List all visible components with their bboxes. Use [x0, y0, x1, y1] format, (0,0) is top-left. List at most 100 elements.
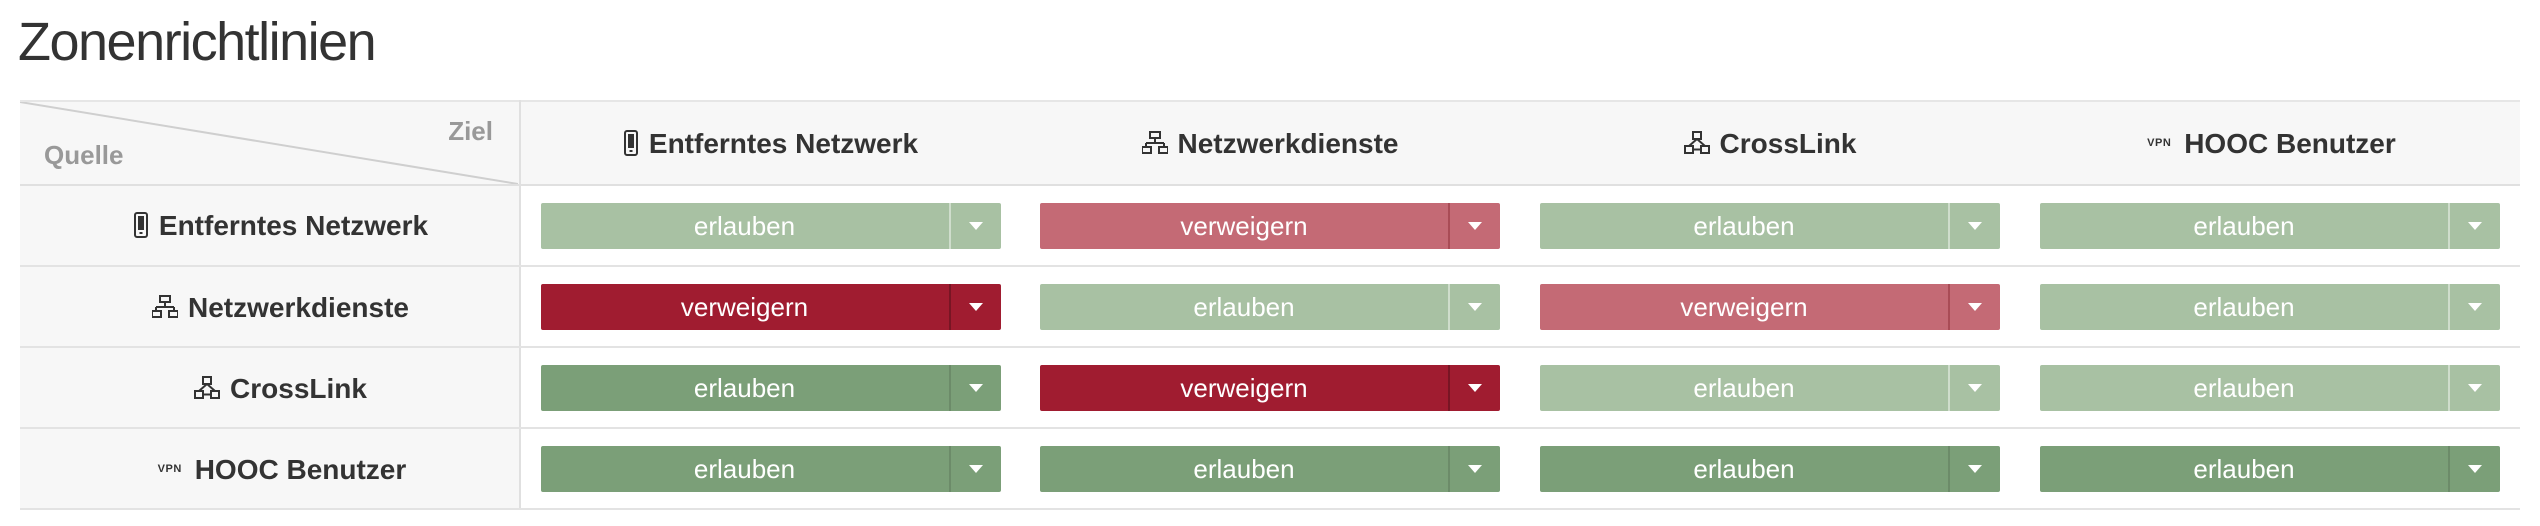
policy-value: erlauben: [2193, 291, 2295, 322]
table-row: Netzwerkdienste verweigern erlauben verw…: [20, 266, 2520, 348]
policy-dropdown[interactable]: verweigern: [1040, 202, 1500, 249]
chevron-down-icon[interactable]: [2448, 445, 2500, 492]
chevron-down-icon[interactable]: [2448, 283, 2500, 330]
policy-value: verweigern: [1680, 291, 1808, 322]
policy-cell: erlauben: [1020, 266, 1520, 348]
source-axis-label: Quelle: [44, 140, 124, 170]
chevron-down-icon[interactable]: [1948, 202, 2000, 249]
policy-dropdown[interactable]: erlauben: [540, 364, 1001, 411]
chevron-down-icon[interactable]: [1448, 445, 1500, 492]
policy-cell: verweigern: [1020, 347, 1520, 429]
column-header-label: Entferntes Netzwerk: [648, 127, 919, 159]
row-header-label: Entferntes Netzwerk: [158, 210, 429, 241]
policy-cell: verweigern: [1520, 266, 2020, 348]
policy-value: erlauben: [1193, 291, 1295, 322]
policy-dropdown[interactable]: erlauben: [1540, 364, 2000, 411]
column-header-remote: Entferntes Netzwerk: [520, 100, 1020, 186]
column-header-label: CrossLink: [1719, 128, 1857, 159]
column-header-hooc: VPN HOOC Benutzer: [2020, 100, 2520, 186]
policy-cell: erlauben: [1520, 347, 2020, 429]
chevron-down-icon[interactable]: [2448, 364, 2500, 411]
table-row: VPN HOOC Benutzer erlauben erlauben erla…: [20, 428, 2520, 510]
policy-dropdown[interactable]: verweigern: [1040, 364, 1500, 411]
column-header-label: Netzwerkdienste: [1177, 128, 1399, 159]
vpn-icon: VPN: [2147, 137, 2172, 149]
policy-dropdown[interactable]: erlauben: [2040, 283, 2500, 330]
column-header-label: HOOC Benutzer: [2184, 128, 2396, 159]
policy-value: verweigern: [680, 291, 809, 322]
policy-dropdown[interactable]: erlauben: [1040, 445, 1500, 492]
policy-dropdown[interactable]: verweigern: [1540, 283, 2000, 330]
policy-cell: erlauben: [520, 185, 1020, 267]
policy-value: erlauben: [693, 372, 796, 403]
policy-cell: erlauben: [2020, 266, 2520, 348]
column-header-crosslink: CrossLink: [1520, 100, 2020, 186]
row-header-remote: Entferntes Netzwerk: [20, 185, 521, 267]
policy-dropdown[interactable]: verweigern: [540, 283, 1001, 330]
policy-value: erlauben: [2193, 453, 2295, 484]
policy-value: verweigern: [1180, 210, 1308, 241]
row-header-label: Netzwerkdienste: [188, 291, 409, 323]
policy-dropdown[interactable]: erlauben: [2040, 202, 2500, 249]
table-row: Entferntes Netzwerk erlauben verweigern: [20, 185, 2520, 267]
policy-value: erlauben: [693, 453, 796, 484]
policy-cell: erlauben: [2020, 185, 2520, 267]
policy-cell: verweigern: [1020, 185, 1520, 267]
policy-value: verweigern: [1180, 372, 1308, 403]
network-services-icon: [152, 294, 179, 319]
chevron-down-icon[interactable]: [2448, 202, 2500, 249]
row-header-services: Netzwerkdienste: [20, 266, 521, 348]
policy-cell: erlauben: [520, 428, 1020, 510]
vpn-icon: VPN: [157, 462, 182, 475]
policy-table: Ziel Quelle Entferntes Netzwerk Netzwerk…: [20, 100, 2520, 510]
policy-value: erlauben: [2193, 372, 2295, 403]
column-header-services: Netzwerkdienste: [1020, 100, 1520, 186]
policy-dropdown[interactable]: erlauben: [1540, 445, 2000, 492]
chevron-down-icon[interactable]: [1948, 283, 2000, 330]
row-header-hooc: VPN HOOC Benutzer: [20, 428, 521, 510]
chevron-down-icon[interactable]: [948, 445, 1001, 492]
policy-dropdown[interactable]: erlauben: [540, 202, 1001, 249]
policy-cell: erlauben: [1520, 428, 2020, 510]
policy-value: erlauben: [693, 210, 796, 241]
zone-policies-page: Zonenrichtlinien Ziel Quelle Entferntes …: [0, 0, 2540, 526]
policy-dropdown[interactable]: erlauben: [2040, 445, 2500, 492]
chevron-down-icon[interactable]: [948, 202, 1001, 249]
policy-dropdown[interactable]: erlauben: [1040, 283, 1500, 330]
policy-value: erlauben: [2193, 210, 2295, 241]
target-axis-label: Ziel: [448, 116, 493, 146]
chevron-down-icon[interactable]: [1448, 202, 1500, 249]
chevron-down-icon[interactable]: [1448, 283, 1500, 330]
page-title: Zonenrichtlinien: [18, 12, 377, 72]
policy-cell: erlauben: [2020, 347, 2520, 429]
policy-value: erlauben: [1693, 453, 1795, 484]
chevron-down-icon[interactable]: [1448, 364, 1500, 411]
policy-cell: erlauben: [1020, 428, 1520, 510]
mobile-device-icon: [133, 212, 149, 238]
policy-cell: erlauben: [520, 347, 1020, 429]
policy-value: erlauben: [1193, 453, 1295, 484]
policy-cell: erlauben: [1520, 185, 2020, 267]
policy-dropdown[interactable]: erlauben: [540, 445, 1001, 492]
crosslink-icon: [194, 375, 221, 400]
header-row: Ziel Quelle Entferntes Netzwerk Netzwerk…: [20, 100, 2520, 186]
zone-policy-matrix: Ziel Quelle Entferntes Netzwerk Netzwerk…: [20, 100, 2520, 512]
policy-dropdown[interactable]: erlauben: [2040, 364, 2500, 411]
row-header-label: CrossLink: [230, 372, 367, 404]
crosslink-icon: [1683, 131, 1710, 155]
matrix-corner: Ziel Quelle: [20, 100, 521, 186]
row-header-label: HOOC Benutzer: [194, 453, 407, 485]
chevron-down-icon[interactable]: [948, 364, 1001, 411]
chevron-down-icon[interactable]: [948, 283, 1001, 330]
policy-dropdown[interactable]: erlauben: [1540, 202, 2000, 249]
policy-cell: erlauben: [2020, 428, 2520, 510]
table-row: CrossLink erlauben verweigern erlauben e…: [20, 347, 2520, 429]
chevron-down-icon[interactable]: [1948, 364, 2000, 411]
policy-value: erlauben: [1693, 210, 1795, 241]
chevron-down-icon[interactable]: [1948, 445, 2000, 492]
policy-cell: verweigern: [520, 266, 1020, 348]
network-services-icon: [1141, 131, 1168, 155]
policy-value: erlauben: [1693, 372, 1795, 403]
row-header-crosslink: CrossLink: [20, 347, 521, 429]
mobile-device-icon: [623, 129, 639, 156]
